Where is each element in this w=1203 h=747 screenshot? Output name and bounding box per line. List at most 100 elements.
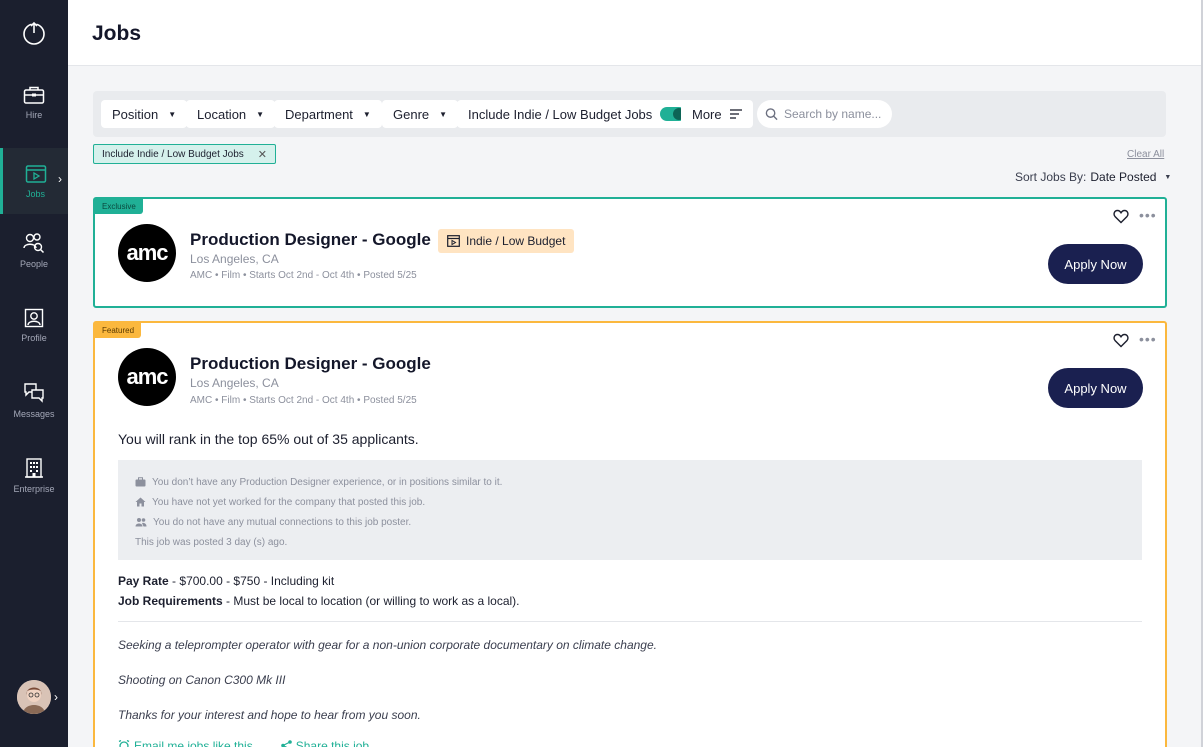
search-box — [757, 100, 892, 128]
filter-bar: Position ▼ Location ▼ Department ▼ Genre ▼ I… — [93, 91, 1166, 137]
company-logo: amc — [118, 348, 176, 406]
card-links: Email me jobs like this Share this job — [118, 739, 397, 747]
sort-select[interactable]: Date Posted — [1090, 170, 1156, 184]
requirements-label: Job Requirements — [118, 594, 223, 608]
insights-panel: You don’t have any Production Designer e… — [118, 460, 1142, 560]
sidebar: Hire Jobs › People Profile Messages Ente… — [0, 0, 68, 747]
more-options-icon[interactable]: ••• — [1139, 207, 1157, 223]
indie-badge: Indie / Low Budget — [438, 229, 575, 253]
job-card[interactable]: Featured amc Production Designer - Googl… — [93, 321, 1167, 747]
caret-down-icon[interactable]: ▼ — [1164, 174, 1171, 181]
sort-control: Sort Jobs By: Date Posted ▼ — [1015, 170, 1171, 184]
power-logo-icon[interactable] — [0, 0, 68, 66]
rank-text: You will rank in the top 65% out of 35 a… — [118, 431, 419, 447]
job-location: Los Angeles, CA — [190, 376, 279, 390]
caret-down-icon: ▼ — [439, 109, 448, 119]
active-filter-chip: Include Indie / Low Budget Jobs ✕ — [93, 144, 276, 164]
insight-text: You don’t have any Production Designer e… — [152, 476, 503, 488]
job-title[interactable]: Production Designer - Google — [190, 230, 431, 250]
sidebar-item-label: Profile — [21, 332, 47, 343]
more-filter[interactable]: More — [681, 100, 753, 128]
sidebar-item-people[interactable]: People — [0, 214, 68, 286]
insight-text: You have not yet worked for the company … — [152, 496, 426, 508]
apply-now-button[interactable]: Apply Now — [1048, 244, 1143, 284]
description-line: Thanks for your interest and hope to hea… — [118, 708, 421, 722]
filter-label: More — [692, 106, 722, 122]
link-label: Share this job — [295, 739, 370, 747]
filter-label: Location — [197, 106, 247, 122]
alarm-icon — [118, 739, 130, 747]
messages-icon — [24, 382, 44, 403]
sidebar-item-jobs[interactable]: Jobs › — [0, 148, 68, 214]
film-icon — [447, 235, 460, 247]
people-search-icon — [23, 232, 45, 253]
pay-label: Pay Rate — [118, 574, 169, 588]
avatar[interactable] — [17, 680, 51, 714]
job-requirements: Job Requirements - Must be local to loca… — [118, 594, 520, 608]
sidebar-item-label: Jobs — [25, 188, 45, 199]
filter-lines-icon — [729, 109, 742, 119]
sidebar-item-enterprise[interactable]: Enterprise — [0, 439, 68, 511]
insight-row: You have not yet worked for the company … — [135, 492, 1125, 512]
caret-down-icon: ▼ — [168, 109, 177, 119]
sidebar-item-label: Enterprise — [13, 483, 55, 494]
sidebar-item-label: Messages — [13, 408, 55, 419]
exclusive-tag: Exclusive — [95, 199, 143, 214]
chevron-right-icon[interactable]: › — [54, 690, 58, 704]
search-input[interactable] — [784, 107, 884, 121]
email-jobs-link[interactable]: Email me jobs like this — [118, 739, 267, 747]
badge-label: Indie / Low Budget — [466, 234, 566, 248]
sidebar-item-profile[interactable]: Profile — [0, 289, 68, 361]
chip-label: Include Indie / Low Budget Jobs — [102, 148, 244, 160]
sidebar-item-label: Hire — [25, 109, 43, 120]
filter-label: Department — [285, 106, 353, 122]
genre-filter[interactable]: Genre ▼ — [382, 100, 459, 128]
job-meta: AMC • Film • Starts Oct 2nd - Oct 4th • … — [190, 270, 417, 281]
pay-value: $700.00 - $750 - Including kit — [179, 574, 335, 588]
sort-label: Sort Jobs By: — [1015, 170, 1087, 184]
insight-text: You do not have any mutual connections t… — [153, 516, 412, 528]
building-icon — [25, 457, 43, 478]
featured-tag: Featured — [95, 323, 142, 338]
insight-text: This job was posted 3 day (s) ago. — [135, 536, 288, 548]
filter-label: Include Indie / Low Budget Jobs — [468, 106, 653, 122]
share-job-link[interactable]: Share this job — [280, 739, 383, 747]
insight-row: This job was posted 3 day (s) ago. — [135, 532, 1125, 552]
profile-icon — [24, 308, 44, 327]
department-filter[interactable]: Department ▼ — [274, 100, 382, 128]
divider — [118, 621, 1142, 622]
insight-row: You do not have any mutual connections t… — [135, 512, 1125, 532]
caret-down-icon: ▼ — [256, 109, 265, 119]
filter-label: Position — [112, 106, 159, 122]
indie-toggle-filter[interactable]: Include Indie / Low Budget Jobs — [457, 100, 698, 128]
description-line: Seeking a teleprompter operator with gea… — [118, 638, 657, 652]
description-line: Shooting on Canon C300 Mk III — [118, 673, 286, 687]
film-icon — [25, 164, 46, 183]
sidebar-item-label: People — [19, 258, 49, 269]
clear-all-link[interactable]: Clear All — [1127, 149, 1164, 160]
heart-icon[interactable] — [1113, 209, 1129, 224]
caret-down-icon: ▼ — [362, 109, 371, 119]
sidebar-item-hire[interactable]: Hire — [0, 66, 68, 138]
search-icon — [765, 108, 778, 121]
location-filter[interactable]: Location ▼ — [186, 100, 276, 128]
page-title: Jobs — [92, 22, 142, 45]
job-meta: AMC • Film • Starts Oct 2nd - Oct 4th • … — [190, 395, 417, 406]
page-header: Jobs — [68, 0, 1203, 66]
job-title[interactable]: Production Designer - Google — [190, 354, 431, 374]
briefcase-icon — [23, 86, 45, 104]
job-location: Los Angeles, CA — [190, 252, 279, 266]
close-icon[interactable]: ✕ — [258, 148, 267, 161]
company-logo: amc — [118, 224, 176, 282]
share-icon — [280, 740, 292, 747]
heart-icon[interactable] — [1113, 333, 1129, 348]
chevron-right-icon: › — [58, 172, 62, 186]
more-options-icon[interactable]: ••• — [1139, 331, 1157, 347]
apply-now-button[interactable]: Apply Now — [1048, 368, 1143, 408]
sidebar-item-messages[interactable]: Messages — [0, 364, 68, 436]
home-icon — [135, 497, 146, 507]
insight-row: You don’t have any Production Designer e… — [135, 472, 1125, 492]
briefcase-icon — [135, 477, 146, 487]
job-card[interactable]: Exclusive amc Production Designer - Goog… — [93, 197, 1167, 308]
position-filter[interactable]: Position ▼ — [101, 100, 188, 128]
